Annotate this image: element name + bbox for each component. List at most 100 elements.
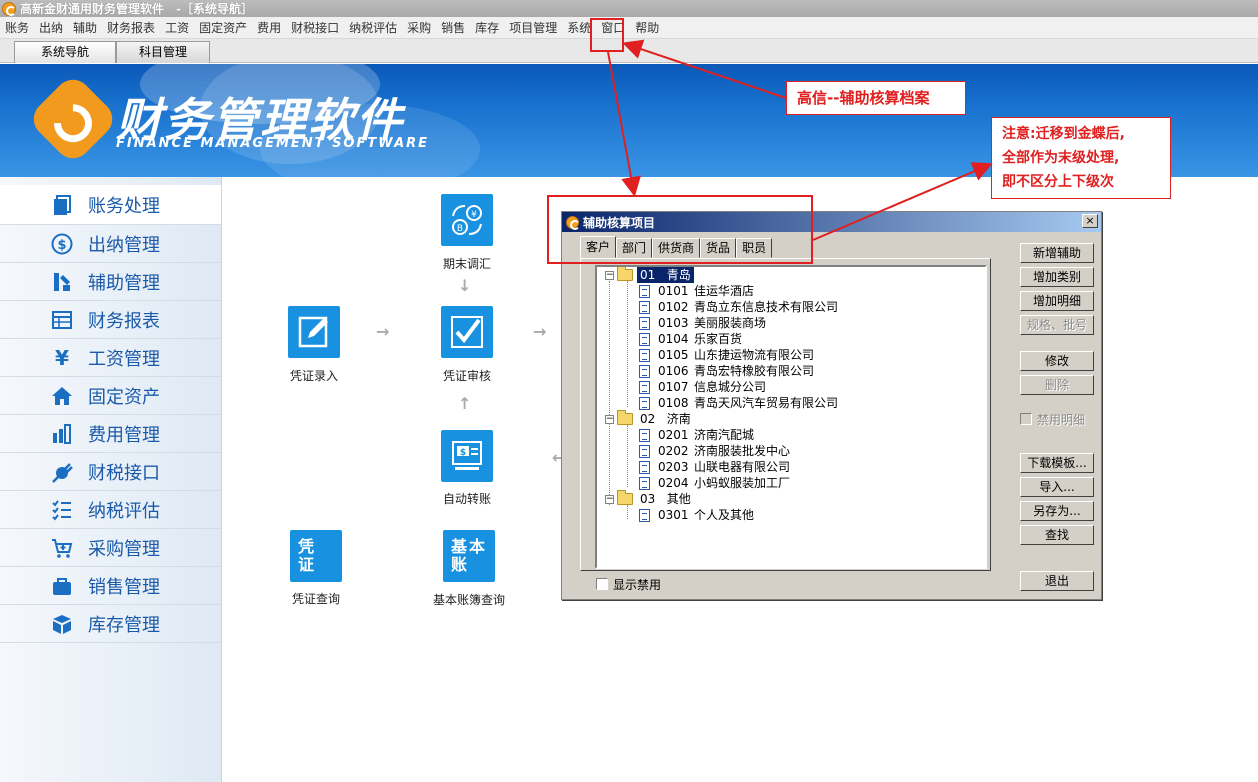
menu-item-ledger[interactable]: 账务 (0, 18, 34, 38)
yen-icon: ¥ (55, 345, 69, 370)
collapse-icon[interactable]: − (605, 270, 614, 280)
software-logo-icon (26, 72, 120, 166)
sidebar-item-reports[interactable]: 财务报表 (0, 301, 221, 339)
menu-item-expenses[interactable]: 费用 (252, 18, 286, 38)
tree-node-other[interactable]: − 03 其他 (605, 490, 694, 507)
sidebar-item-label: 财务报表 (88, 310, 160, 332)
save-as-button[interactable]: 另存为... (1020, 501, 1094, 521)
tree-item[interactable]: 0101 佳运华酒店 (639, 283, 754, 299)
period-end-exchange-icon[interactable]: ¥ B (441, 194, 493, 246)
sidebar-item-payroll[interactable]: ¥ 工资管理 (0, 339, 221, 377)
ledger-query-icon[interactable]: 基本账 (443, 530, 495, 582)
box-icon (50, 612, 74, 636)
menu-item-tax-assessment[interactable]: 纳税评估 (344, 18, 402, 38)
arrow-right-icon: → (533, 322, 547, 341)
sidebar-item-sales[interactable]: 销售管理 (0, 567, 221, 605)
voucher-entry-label: 凭证录入 (289, 369, 338, 383)
tree-item[interactable]: 0105 山东捷运物流有限公司 (639, 347, 814, 363)
collapse-icon[interactable]: − (605, 494, 614, 504)
sidebar-item-fixed-assets[interactable]: 固定资产 (0, 377, 221, 415)
collapse-icon[interactable]: − (605, 414, 614, 424)
highlight-dialog-tabs (547, 195, 813, 264)
sidebar-item-tax-assessment[interactable]: 纳税评估 (0, 491, 221, 529)
sidebar-item-auxiliary[interactable]: 辅助管理 (0, 263, 221, 301)
tree-item[interactable]: 0103 美丽服装商场 (639, 315, 766, 331)
highlight-system-menu (590, 18, 624, 52)
close-button[interactable]: × (1082, 214, 1098, 228)
download-template-button[interactable]: 下载模板... (1020, 453, 1094, 473)
svg-text:B: B (457, 224, 463, 234)
tree-item[interactable]: 0104 乐家百货 (639, 331, 742, 347)
document-icon (639, 380, 650, 394)
voucher-review-icon[interactable] (441, 306, 493, 358)
sidebar-item-label: 库存管理 (88, 614, 160, 636)
plug-icon (50, 460, 74, 484)
modify-button[interactable]: 修改 (1020, 351, 1094, 371)
tree-item[interactable]: 0102 青岛立东信息技术有限公司 (639, 299, 838, 315)
add-auxiliary-button[interactable]: 新增辅助 (1020, 243, 1094, 263)
sidebar-item-purchase[interactable]: 采购管理 (0, 529, 221, 567)
tree-item[interactable]: 0108 青岛天风汽车贸易有限公司 (639, 395, 838, 411)
import-button[interactable]: 导入... (1020, 477, 1094, 497)
menu-item-tax-interface[interactable]: 财税接口 (286, 18, 344, 38)
document-icon (639, 428, 650, 442)
tree-node-jinan[interactable]: − 02 济南 (605, 410, 694, 427)
menu-item-reports[interactable]: 财务报表 (102, 18, 160, 38)
sidebar-item-inventory[interactable]: 库存管理 (0, 605, 221, 643)
tab-account-management[interactable]: 科目管理 (116, 41, 210, 63)
auto-transfer-icon[interactable]: $ (441, 430, 493, 482)
voucher-entry-icon[interactable] (288, 306, 340, 358)
add-detail-button[interactable]: 增加明细 (1020, 291, 1094, 311)
menu-item-payroll[interactable]: 工资 (160, 18, 194, 38)
arrow-right-icon: → (376, 322, 390, 341)
tree-item[interactable]: 0203 山联电器有限公司 (639, 459, 790, 475)
tree-node-qingdao[interactable]: − 01 青岛 (605, 267, 694, 283)
tools-icon (50, 270, 74, 294)
voucher-query-label: 凭证查询 (291, 592, 340, 606)
document-icon (639, 348, 650, 362)
house-icon (50, 384, 74, 408)
customer-tree: − 01 青岛 0101 佳运华酒店 0102 青岛立东信息技术有限公司 0103 美… (595, 265, 987, 569)
add-category-button[interactable]: 增加类别 (1020, 267, 1094, 287)
tab-bar: 系统导航 科目管理 (0, 39, 1258, 63)
annotation-callout-2: 注意:迁移到金蝶后, 全部作为末级处理, 即不区分上下级次 (991, 117, 1171, 199)
document-icon (639, 508, 650, 522)
document-icon (639, 444, 650, 458)
tree-item[interactable]: 0204 小蚂蚁服装加工厂 (639, 475, 790, 491)
sidebar-item-expenses[interactable]: 费用管理 (0, 415, 221, 453)
auto-transfer-label: 自动转账 (442, 492, 491, 506)
menu-item-purchase[interactable]: 采购 (402, 18, 436, 38)
find-button[interactable]: 查找 (1020, 525, 1094, 545)
tab-panel: − 01 青岛 0101 佳运华酒店 0102 青岛立东信息技术有限公司 0103 美… (580, 258, 991, 571)
sidebar-item-accounting[interactable]: 账务处理 (0, 185, 221, 225)
menu-item-cashier[interactable]: 出纳 (34, 18, 68, 38)
menu-item-fixed-assets[interactable]: 固定资产 (194, 18, 252, 38)
spec-batch-button[interactable]: 规格、批号 (1020, 315, 1094, 335)
menu-item-sales[interactable]: 销售 (436, 18, 470, 38)
menu-item-help[interactable]: 帮助 (630, 18, 664, 38)
svg-text:¥: ¥ (471, 210, 477, 220)
disable-detail-label: 禁用明细 (1037, 413, 1086, 427)
sidebar-item-tax-interface[interactable]: 财税接口 (0, 453, 221, 491)
exit-button[interactable]: 退出 (1020, 571, 1094, 591)
auxiliary-accounting-dialog: 辅助核算项目 × 客户 部门 供货商 货品 职员 − 01 青岛 0101 佳运华… (561, 211, 1102, 600)
disable-detail-checkbox[interactable] (1020, 413, 1032, 425)
menu-item-inventory[interactable]: 库存 (470, 18, 504, 38)
sidebar-item-cashier[interactable]: $ 出纳管理 (0, 225, 221, 263)
sidebar-item-label: 费用管理 (88, 424, 160, 446)
menu-item-projects[interactable]: 项目管理 (504, 18, 562, 38)
show-disabled-checkbox[interactable] (596, 578, 608, 590)
window-title: 高新金财通用财务管理软件 -［系统导航］ (20, 2, 253, 16)
delete-button[interactable]: 删除 (1020, 375, 1094, 395)
tree-item[interactable]: 0201 济南汽配城 (639, 427, 754, 443)
sidebar-item-label: 纳税评估 (88, 500, 160, 522)
arrow-up-icon: ↑ (458, 394, 472, 413)
tree-item[interactable]: 0301 个人及其他 (639, 507, 754, 523)
tree-item[interactable]: 0106 青岛宏特橡胶有限公司 (639, 363, 814, 379)
tree-item[interactable]: 0107 信息城分公司 (639, 379, 766, 395)
voucher-query-icon[interactable]: 凭证 (290, 530, 342, 582)
menu-item-auxiliary[interactable]: 辅助 (68, 18, 102, 38)
document-icon (639, 284, 650, 298)
tree-item[interactable]: 0202 济南服装批发中心 (639, 443, 790, 459)
tab-system-navigation[interactable]: 系统导航 (14, 41, 116, 63)
